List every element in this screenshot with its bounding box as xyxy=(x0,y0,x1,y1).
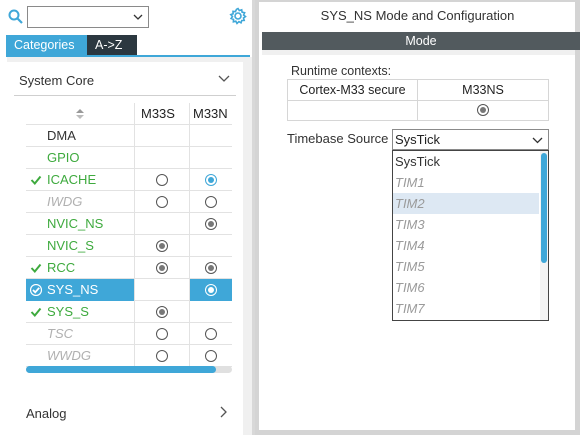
dropdown-option[interactable]: SysTick xyxy=(393,151,539,172)
left-panel: Categories A->Z System Core M33S M33N DM… xyxy=(0,0,252,435)
dropdown-option[interactable]: TIM1 xyxy=(393,172,539,193)
radio-m33n[interactable] xyxy=(205,350,217,362)
dropdown-option[interactable]: TIM4 xyxy=(393,235,539,256)
radio-m33s[interactable] xyxy=(156,328,168,340)
chevron-right-icon[interactable] xyxy=(218,406,228,418)
radio-m33s[interactable] xyxy=(156,196,168,208)
column-header-m33s[interactable]: M33S xyxy=(141,106,175,121)
peripheral-name: WWDG xyxy=(47,348,92,363)
radio-m33n[interactable] xyxy=(205,284,217,296)
peripheral-row[interactable]: RCC xyxy=(26,257,232,279)
peripheral-row[interactable]: SYS_NS xyxy=(26,279,232,301)
radio-m33n[interactable] xyxy=(205,328,217,340)
dropdown-option[interactable]: TIM5 xyxy=(393,256,539,277)
peripheral-row[interactable]: IWDG xyxy=(26,191,232,213)
search-input[interactable] xyxy=(27,6,149,28)
peripheral-name: NVIC_S xyxy=(47,238,94,253)
tab-a-z[interactable]: A->Z xyxy=(87,35,137,55)
grid-header: M33S M33N xyxy=(26,103,232,125)
dropdown-option[interactable]: TIM7 xyxy=(393,298,539,319)
timebase-dropdown-list[interactable]: SysTick TIM1 TIM2 TIM3 TIM4 TIM5 TIM6 TIM7 xyxy=(392,150,549,321)
peripheral-name: SYS_NS xyxy=(47,282,99,297)
radio-m33n[interactable] xyxy=(205,218,217,230)
check-icon xyxy=(30,175,42,186)
sort-icon[interactable] xyxy=(75,107,85,121)
peripheral-row[interactable]: GPIO xyxy=(26,147,232,169)
divider xyxy=(14,95,236,96)
horizontal-scrollbar-thumb[interactable] xyxy=(26,366,216,373)
peripheral-row[interactable]: SYS_S xyxy=(26,301,232,323)
ctx-header-m33ns: M33NS xyxy=(462,83,504,97)
peripheral-name: ICACHE xyxy=(47,172,97,187)
check-icon xyxy=(30,263,42,274)
section-title-analog[interactable]: Analog xyxy=(26,406,66,421)
radio-m33s[interactable] xyxy=(156,240,168,252)
check-icon xyxy=(30,284,42,296)
timebase-source-value: SysTick xyxy=(395,132,441,147)
ctx-radio-m33ns[interactable] xyxy=(477,104,489,116)
radio-m33s[interactable] xyxy=(156,262,168,274)
peripheral-name: GPIO xyxy=(47,150,80,165)
radio-m33s[interactable] xyxy=(156,350,168,362)
peripheral-name: NVIC_NS xyxy=(47,216,104,231)
peripheral-name: RCC xyxy=(47,260,76,275)
ctx-header-cortex-m33-secure: Cortex-M33 secure xyxy=(299,83,406,97)
view-tabs: Categories A->Z xyxy=(6,35,137,55)
runtime-contexts-table: Cortex-M33 secure M33NS xyxy=(287,79,549,121)
peripheral-grid: M33S M33N DMA GPIO ICACHE IWDG NVIC_NS NVIC_S… xyxy=(26,103,232,367)
mode-section-bar[interactable]: Mode xyxy=(262,32,580,50)
timebase-source-label: Timebase Source xyxy=(287,131,389,146)
page-title: SYS_NS Mode and Configuration xyxy=(320,8,515,23)
radio-m33n[interactable] xyxy=(205,174,217,186)
dropdown-option[interactable]: TIM6 xyxy=(393,277,539,298)
peripheral-row[interactable]: WWDG xyxy=(26,345,232,367)
chevron-down-icon[interactable] xyxy=(132,11,144,23)
gear-icon[interactable] xyxy=(229,7,247,25)
radio-m33s[interactable] xyxy=(156,174,168,186)
dropdown-option[interactable]: TIM2 xyxy=(393,193,539,214)
chevron-down-icon[interactable] xyxy=(532,135,543,145)
timebase-source-select[interactable]: SysTick xyxy=(392,129,549,150)
peripheral-row[interactable]: NVIC_NS xyxy=(26,213,232,235)
tab-categories[interactable]: Categories xyxy=(6,35,87,55)
peripheral-name: TSC xyxy=(47,326,73,341)
peripheral-row[interactable]: DMA xyxy=(26,125,232,147)
radio-m33n[interactable] xyxy=(205,262,217,274)
peripheral-name: SYS_S xyxy=(47,304,89,319)
runtime-contexts-label: Runtime contexts: xyxy=(291,64,392,78)
dropdown-option[interactable]: TIM3 xyxy=(393,214,539,235)
vertical-scrollbar-thumb[interactable] xyxy=(541,153,547,263)
search-icon[interactable] xyxy=(8,9,23,24)
peripheral-name: DMA xyxy=(47,128,76,143)
radio-m33n[interactable] xyxy=(205,196,217,208)
chevron-down-icon[interactable] xyxy=(218,74,230,84)
column-header-m33n[interactable]: M33N xyxy=(193,106,228,121)
radio-m33s[interactable] xyxy=(156,306,168,318)
section-title-system-core[interactable]: System Core xyxy=(19,73,94,88)
peripheral-row[interactable]: NVIC_S xyxy=(26,235,232,257)
peripheral-name: IWDG xyxy=(47,194,83,209)
peripheral-row[interactable]: ICACHE xyxy=(26,169,232,191)
peripheral-row[interactable]: TSC xyxy=(26,323,232,345)
check-icon xyxy=(30,307,42,318)
